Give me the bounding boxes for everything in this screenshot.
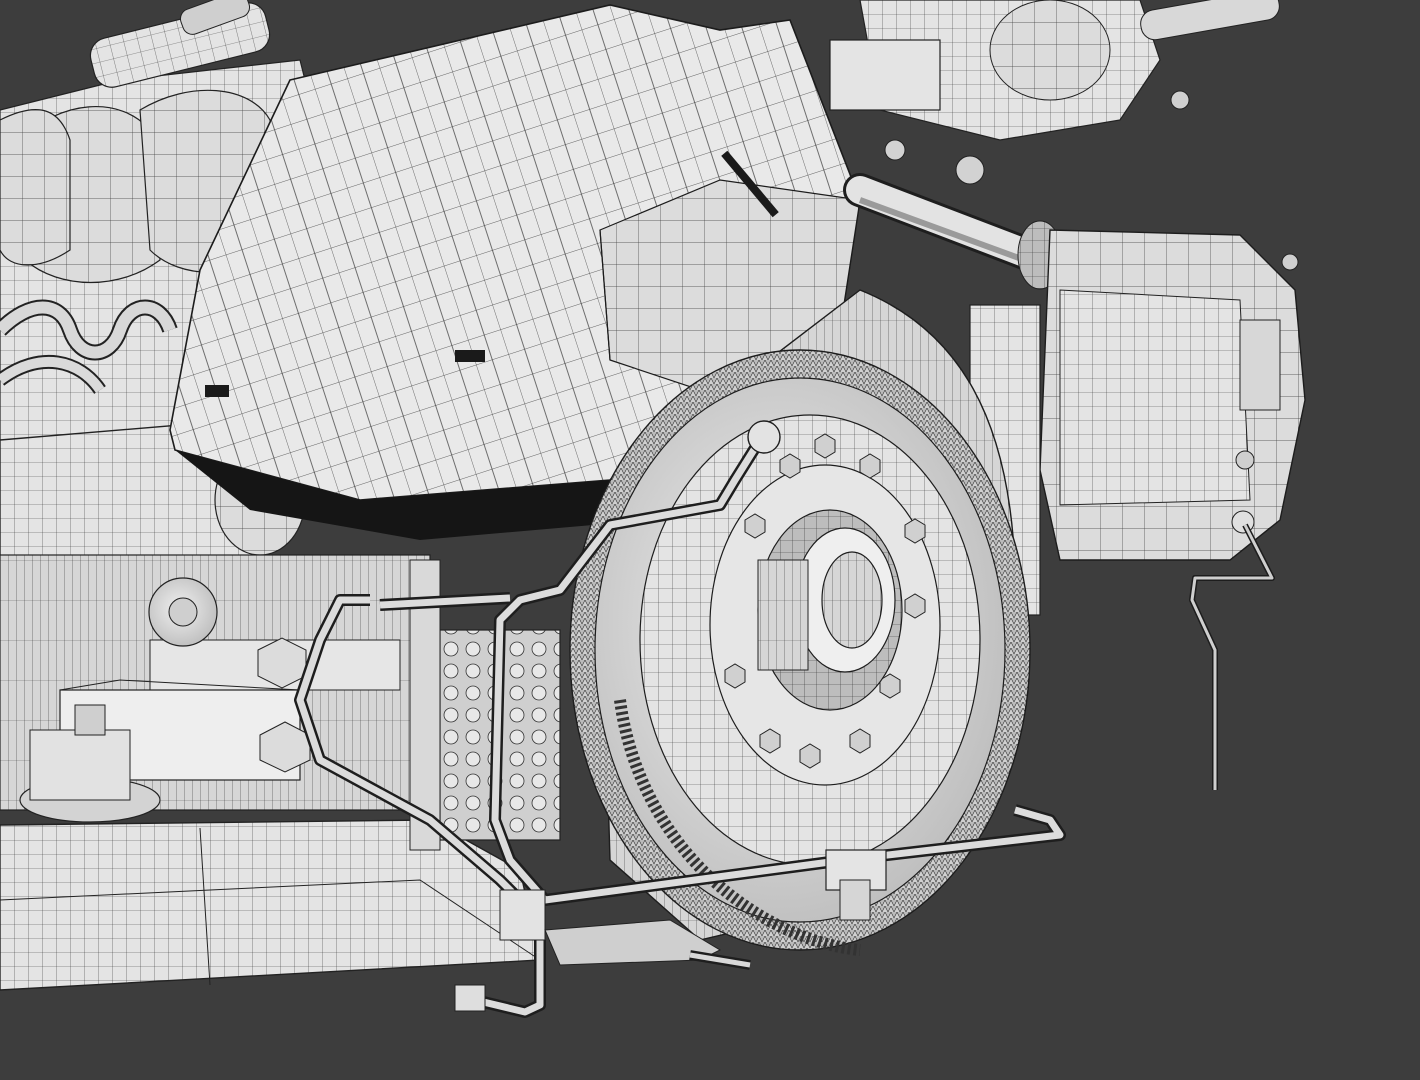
filter-canister [969,229,1306,616]
3d-viewport[interactable] [0,0,1420,1080]
engine-wireframe-render [0,0,1306,1018]
dipstick-wire [1189,523,1275,790]
